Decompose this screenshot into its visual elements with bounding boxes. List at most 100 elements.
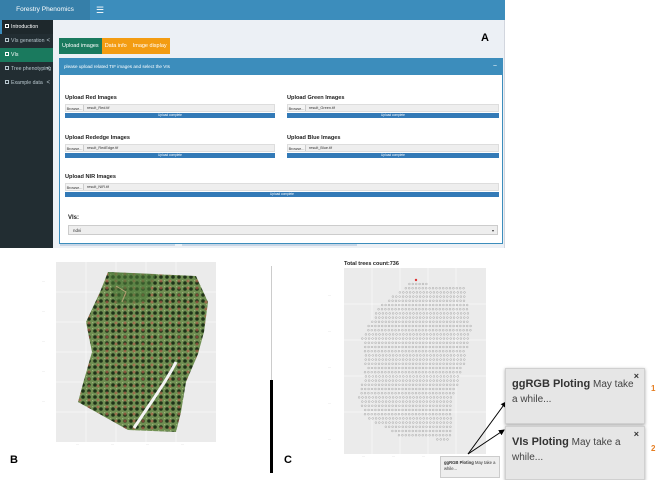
upload-progress-bar: Upload complete — [65, 191, 499, 197]
tree-point — [411, 329, 414, 332]
tree-point — [456, 362, 459, 365]
tree-point — [394, 371, 397, 374]
tree-point — [449, 362, 452, 365]
tree-point — [404, 429, 408, 433]
tree-point — [415, 282, 418, 286]
tree-point — [395, 421, 398, 424]
upload-nir-input[interactable]: Browse... result_NIR.tif — [65, 183, 499, 191]
tree-point — [459, 316, 462, 319]
tree-point — [374, 421, 377, 424]
tree-point — [398, 400, 401, 403]
tree-point — [432, 379, 435, 382]
sidebar-item-tree-phenotyping[interactable]: Tree phenotyping < — [0, 62, 53, 76]
tree-point — [445, 320, 449, 323]
tree-point — [408, 299, 411, 302]
browse-button[interactable]: Browse... — [66, 184, 84, 190]
tree-point — [397, 371, 401, 374]
tree-point — [415, 312, 418, 315]
tree-point — [401, 341, 404, 344]
tree-point — [384, 371, 387, 374]
tree-point — [380, 371, 384, 374]
hamburger-icon[interactable]: ☰ — [96, 4, 104, 16]
tree-point — [414, 392, 418, 395]
tree-point — [438, 287, 441, 290]
tree-point — [414, 350, 418, 353]
sidebar-item-vis[interactable]: VIs — [0, 48, 53, 62]
upload-green-input[interactable]: Browse... result_Green.tif — [287, 104, 499, 112]
tree-point — [428, 308, 431, 311]
tree-point — [387, 413, 390, 416]
tree-point — [408, 404, 411, 407]
upload-red-input[interactable]: Browse... result_Red.tif — [65, 104, 275, 112]
tab-data-info[interactable]: Data info — [101, 38, 130, 54]
close-icon[interactable]: × — [634, 429, 639, 439]
tree-point — [411, 371, 414, 374]
tree-point — [411, 434, 414, 437]
browse-button[interactable]: Browse... — [66, 145, 84, 151]
sidebar-item-introduction[interactable]: Introduction — [0, 20, 53, 34]
map-x-axis: ··· ··· ··· ··· — [56, 442, 216, 450]
tree-point — [378, 379, 381, 382]
tree-point — [394, 299, 398, 302]
browse-button[interactable]: Browse... — [288, 145, 306, 151]
tree-point — [394, 308, 397, 311]
tree-point — [398, 379, 401, 382]
scrollbar-right[interactable] — [182, 244, 357, 246]
tree-point — [408, 320, 411, 323]
tree-point — [455, 366, 459, 370]
tree-point — [408, 400, 411, 403]
sidebar-item-example-data[interactable]: Example data < — [0, 76, 53, 90]
tree-point — [442, 320, 445, 323]
tree-point — [405, 425, 408, 428]
tree-point — [418, 371, 421, 374]
tree-point — [392, 333, 395, 336]
tree-point — [431, 434, 435, 437]
upload-blue-input[interactable]: Browse... result_Blue.tif — [287, 144, 499, 152]
tree-point — [364, 396, 367, 399]
browse-button[interactable]: Browse... — [288, 105, 306, 111]
tree-point — [394, 425, 398, 428]
tree-point — [411, 299, 415, 302]
tree-point — [432, 400, 435, 403]
tab-upload-images[interactable]: Upload images — [59, 38, 102, 54]
upload-rededge-input[interactable]: Browse... result_RedEdge.tif — [65, 144, 275, 152]
tree-point — [381, 417, 384, 420]
tree-point — [377, 371, 380, 374]
tree-point — [367, 413, 370, 416]
tree-point — [388, 341, 391, 344]
x-tick-label: ··· — [362, 455, 365, 458]
tree-point — [432, 358, 435, 361]
y-tick-label: ··· — [328, 366, 331, 369]
tree-point — [385, 316, 388, 319]
sidebar-item-vis-generation[interactable]: VIs generation < — [0, 34, 53, 48]
tab-image-display[interactable]: Image display — [129, 38, 170, 54]
close-icon[interactable]: × — [634, 371, 639, 381]
tree-point — [405, 341, 408, 344]
tree-point — [439, 312, 442, 315]
collapse-icon[interactable]: − — [493, 59, 497, 75]
tree-point — [378, 316, 381, 319]
tree-point — [404, 329, 407, 332]
tree-point — [380, 413, 384, 416]
tree-point — [435, 329, 438, 332]
tree-point — [462, 341, 466, 344]
tree-point — [412, 354, 415, 357]
tree-point — [435, 366, 438, 370]
tree-point — [460, 333, 463, 336]
tree-point — [384, 345, 387, 349]
tree-point — [368, 417, 371, 420]
tree-point — [452, 329, 455, 332]
scrollbar-left[interactable] — [60, 244, 175, 246]
tree-point — [459, 345, 462, 349]
tree-point — [445, 287, 448, 290]
tree-point — [377, 320, 381, 323]
tree-point — [435, 392, 438, 395]
app-logo[interactable]: Forestry Phenomics — [0, 0, 90, 20]
tree-point — [411, 429, 414, 433]
panel-label-a: A — [481, 32, 489, 44]
browse-button[interactable]: Browse... — [66, 105, 84, 111]
vis-select[interactable]: ndvi ▾ — [68, 225, 498, 235]
tree-point — [445, 366, 448, 370]
tree-point — [394, 303, 397, 307]
tree-point — [364, 333, 367, 336]
